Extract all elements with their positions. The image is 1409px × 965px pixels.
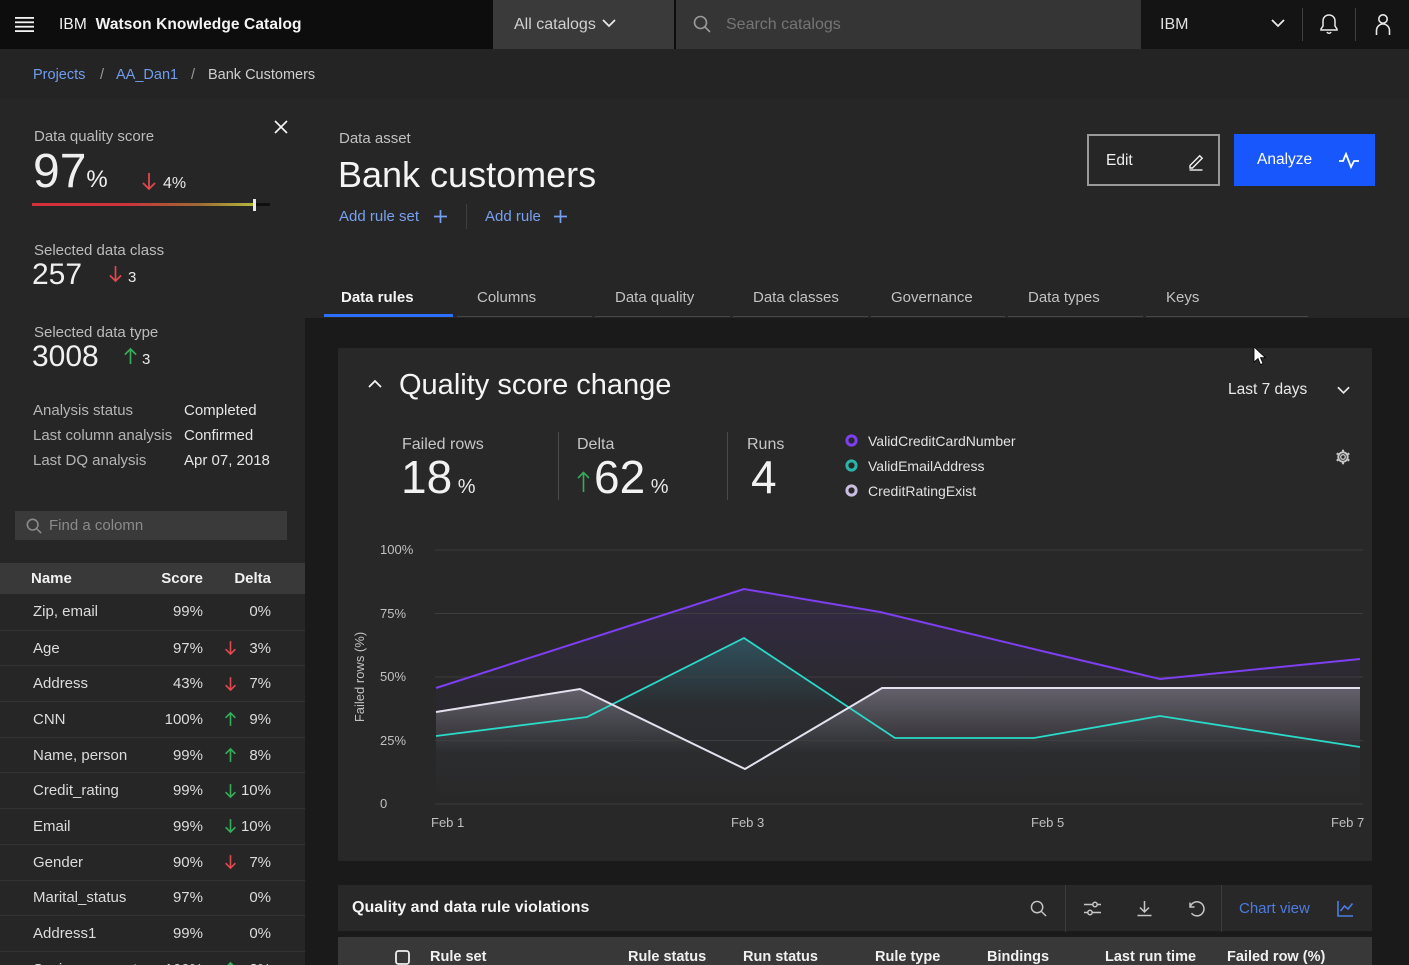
svg-text:Feb 3: Feb 3 xyxy=(731,815,764,830)
svg-text:75%: 75% xyxy=(380,606,406,621)
svg-text:100%: 100% xyxy=(380,542,414,557)
svg-text:25%: 25% xyxy=(380,733,406,748)
svg-text:Feb 1: Feb 1 xyxy=(431,815,464,830)
svg-text:0: 0 xyxy=(380,796,387,811)
svg-text:Feb 7: Feb 7 xyxy=(1331,815,1364,830)
svg-text:Feb 5: Feb 5 xyxy=(1031,815,1064,830)
svg-text:Failed rows (%): Failed rows (%) xyxy=(352,632,367,722)
svg-text:50%: 50% xyxy=(380,669,406,684)
